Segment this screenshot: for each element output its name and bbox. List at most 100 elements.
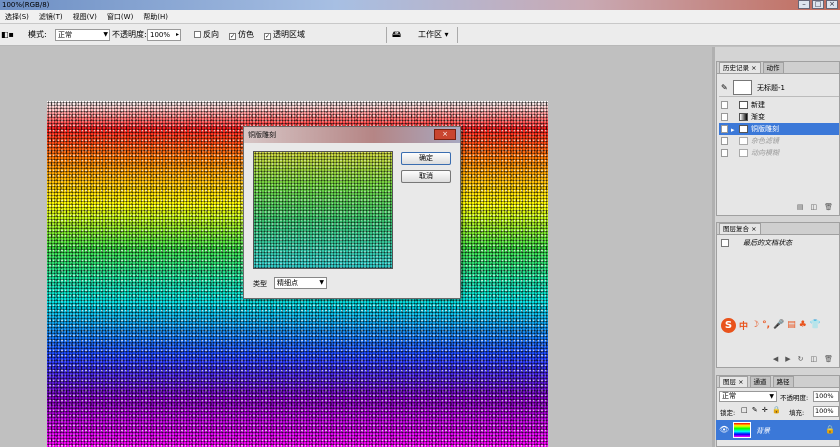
lock-icon: 🔒 (825, 425, 835, 434)
opacity-value: 100% (150, 31, 171, 39)
mode-value: 正常 (58, 31, 72, 39)
tab-layer-comps[interactable]: 图层复合 × (719, 223, 761, 234)
minimize-button[interactable]: – (798, 0, 810, 9)
document-icon (739, 101, 748, 109)
microphone-icon[interactable]: 🎤 (773, 320, 784, 330)
ok-button[interactable]: 确定 (401, 152, 451, 165)
menu-select[interactable]: 选择(S) (0, 12, 34, 22)
history-item[interactable]: 动向模糊 (719, 147, 839, 159)
chevron-right-icon: ▸ (175, 31, 179, 38)
workspace-icon[interactable]: 🖴 (392, 29, 401, 41)
history-source-box (721, 101, 728, 109)
menu-window[interactable]: 窗口(W) (102, 12, 138, 22)
snapshot-thumbnail (733, 80, 752, 95)
keyboard-icon[interactable]: ▤ (787, 320, 796, 330)
maximize-button[interactable]: □ (812, 0, 824, 9)
mode-label: 模式: (28, 30, 47, 39)
comps-tabs: 图层复合 × (717, 223, 839, 235)
history-tabs: 历史记录 × 动作 (717, 62, 839, 74)
eye-icon[interactable]: 👁 (719, 425, 729, 434)
dialog-close-button[interactable]: × (434, 129, 456, 140)
layer-row-background[interactable]: 👁 背景 🔒 (716, 420, 840, 440)
lock-label: 锁定: (720, 409, 736, 417)
filter-icon (739, 137, 748, 145)
cancel-button[interactable]: 取消 (401, 170, 451, 183)
opacity-input[interactable]: 100% ▸ (147, 29, 181, 41)
dock-collapse-strip[interactable] (712, 47, 715, 447)
type-value: 精细点 (277, 279, 298, 287)
layer-comps-panel: 图层复合 × 最后的文档状态 ◀ ▶ ↻ ◫ 🗑 (716, 222, 840, 368)
filter-icon (739, 149, 748, 157)
trash-icon[interactable]: 🗑 (824, 203, 833, 212)
divider (457, 27, 458, 43)
comps-toolbar: ◀ ▶ ↻ ◫ 🗑 (773, 355, 833, 364)
next-icon[interactable]: ▶ (785, 355, 790, 364)
chevron-down-icon: ▼ (769, 393, 774, 400)
history-source-box (721, 137, 728, 145)
tool-preset-icon[interactable]: ◧▪ (1, 29, 14, 41)
brush-icon: ✎ (721, 83, 728, 92)
options-bar: ◧▪ 模式: 正常 ▼ 不透明度: 100% ▸ 反向 ✓ 仿色 ✓ 透明区域 🖴 工作… (0, 24, 840, 46)
workspace-menu[interactable]: 工作区 ▾ (418, 29, 449, 41)
menu-bar: 选择(S) 滤镜(T) 视图(V) 窗口(W) 帮助(H) (0, 10, 840, 24)
tab-paths[interactable]: 路径 (772, 376, 794, 387)
dialog-title-bar[interactable]: 铜版雕刻 (244, 127, 460, 143)
history-item[interactable]: 新建 (719, 99, 839, 111)
comp-item[interactable]: 最后的文档状态 (719, 237, 839, 249)
tab-channels[interactable]: 通道 (749, 376, 771, 387)
layer-opacity-input[interactable]: 100% (813, 391, 839, 402)
layer-thumbnail (733, 422, 751, 438)
layers-tabs: 图层 × 通道 路径 (717, 376, 839, 388)
close-button[interactable]: × (826, 0, 838, 9)
comp-icon (721, 239, 729, 247)
menu-help[interactable]: 帮助(H) (138, 12, 173, 22)
mode-select[interactable]: 正常 ▼ (55, 29, 110, 41)
history-source-box (721, 149, 728, 157)
sogou-logo-icon[interactable]: S (721, 317, 736, 333)
title-bar: 100%(RGB/8) – □ × (0, 0, 840, 10)
new-document-icon[interactable]: ◫ (810, 203, 817, 212)
window-title: 100%(RGB/8) (2, 1, 50, 9)
history-item[interactable]: 渐变 (719, 111, 839, 123)
history-source-box (721, 125, 728, 133)
update-icon[interactable]: ↻ (798, 355, 804, 364)
dither-checkbox[interactable]: ✓ 仿色 (229, 29, 254, 41)
tools-icon[interactable]: ♣ (799, 320, 807, 330)
fill-input[interactable]: 100% (813, 406, 839, 417)
divider (386, 27, 387, 43)
trash-icon[interactable]: 🗑 (824, 355, 833, 364)
chevron-down-icon: ▼ (103, 31, 108, 38)
reverse-checkbox[interactable]: 反向 (194, 29, 219, 41)
previous-icon[interactable]: ◀ (773, 355, 778, 364)
filter-preview[interactable] (253, 151, 393, 269)
checkmark-icon: ✓ (229, 33, 236, 40)
moon-icon[interactable]: ☽ (751, 320, 759, 330)
history-item-selected[interactable]: ▸ 铜版雕刻 (719, 123, 839, 135)
type-select[interactable]: 精细点 ▼ (274, 277, 327, 289)
fill-label: 填充: (789, 409, 805, 417)
transparency-checkbox[interactable]: ✓ 透明区域 (264, 29, 305, 41)
menu-filter[interactable]: 滤镜(T) (34, 12, 68, 22)
punctuation-icon[interactable]: °, (762, 320, 770, 330)
gradient-icon (739, 113, 748, 121)
lock-icons[interactable]: □ ✎ ✛ 🔒 (741, 406, 782, 414)
history-snapshot[interactable]: ✎ 无标题-1 (719, 79, 839, 97)
tab-layers[interactable]: 图层 × (719, 376, 748, 387)
snapshot-icon[interactable]: ▤ (797, 203, 804, 212)
layer-name: 背景 (756, 427, 770, 435)
history-panel: 历史记录 × 动作 ✎ 无标题-1 新建 渐变 ▸ 铜版雕刻 杂色滤镜 动向模糊 … (716, 61, 840, 216)
skin-icon[interactable]: 👕 (810, 320, 821, 330)
new-comp-icon[interactable]: ◫ (810, 355, 817, 364)
chevron-down-icon: ▼ (319, 279, 324, 286)
blend-mode-value: 正常 (722, 392, 736, 400)
mezzotint-dialog: 铜版雕刻 × 确定 取消 类型 精细点 ▼ (243, 126, 461, 299)
tab-actions[interactable]: 动作 (762, 62, 784, 73)
history-item[interactable]: 杂色滤镜 (719, 135, 839, 147)
blend-mode-select[interactable]: 正常 ▼ (719, 391, 777, 402)
checkmark-icon: ✓ (264, 33, 271, 40)
menu-view[interactable]: 视图(V) (68, 12, 102, 22)
tab-history[interactable]: 历史记录 × (719, 62, 761, 73)
dialog-title: 铜版雕刻 (248, 131, 276, 139)
history-toolbar: ▤ ◫ 🗑 (797, 203, 833, 212)
ime-mode[interactable]: 中 (739, 319, 748, 332)
